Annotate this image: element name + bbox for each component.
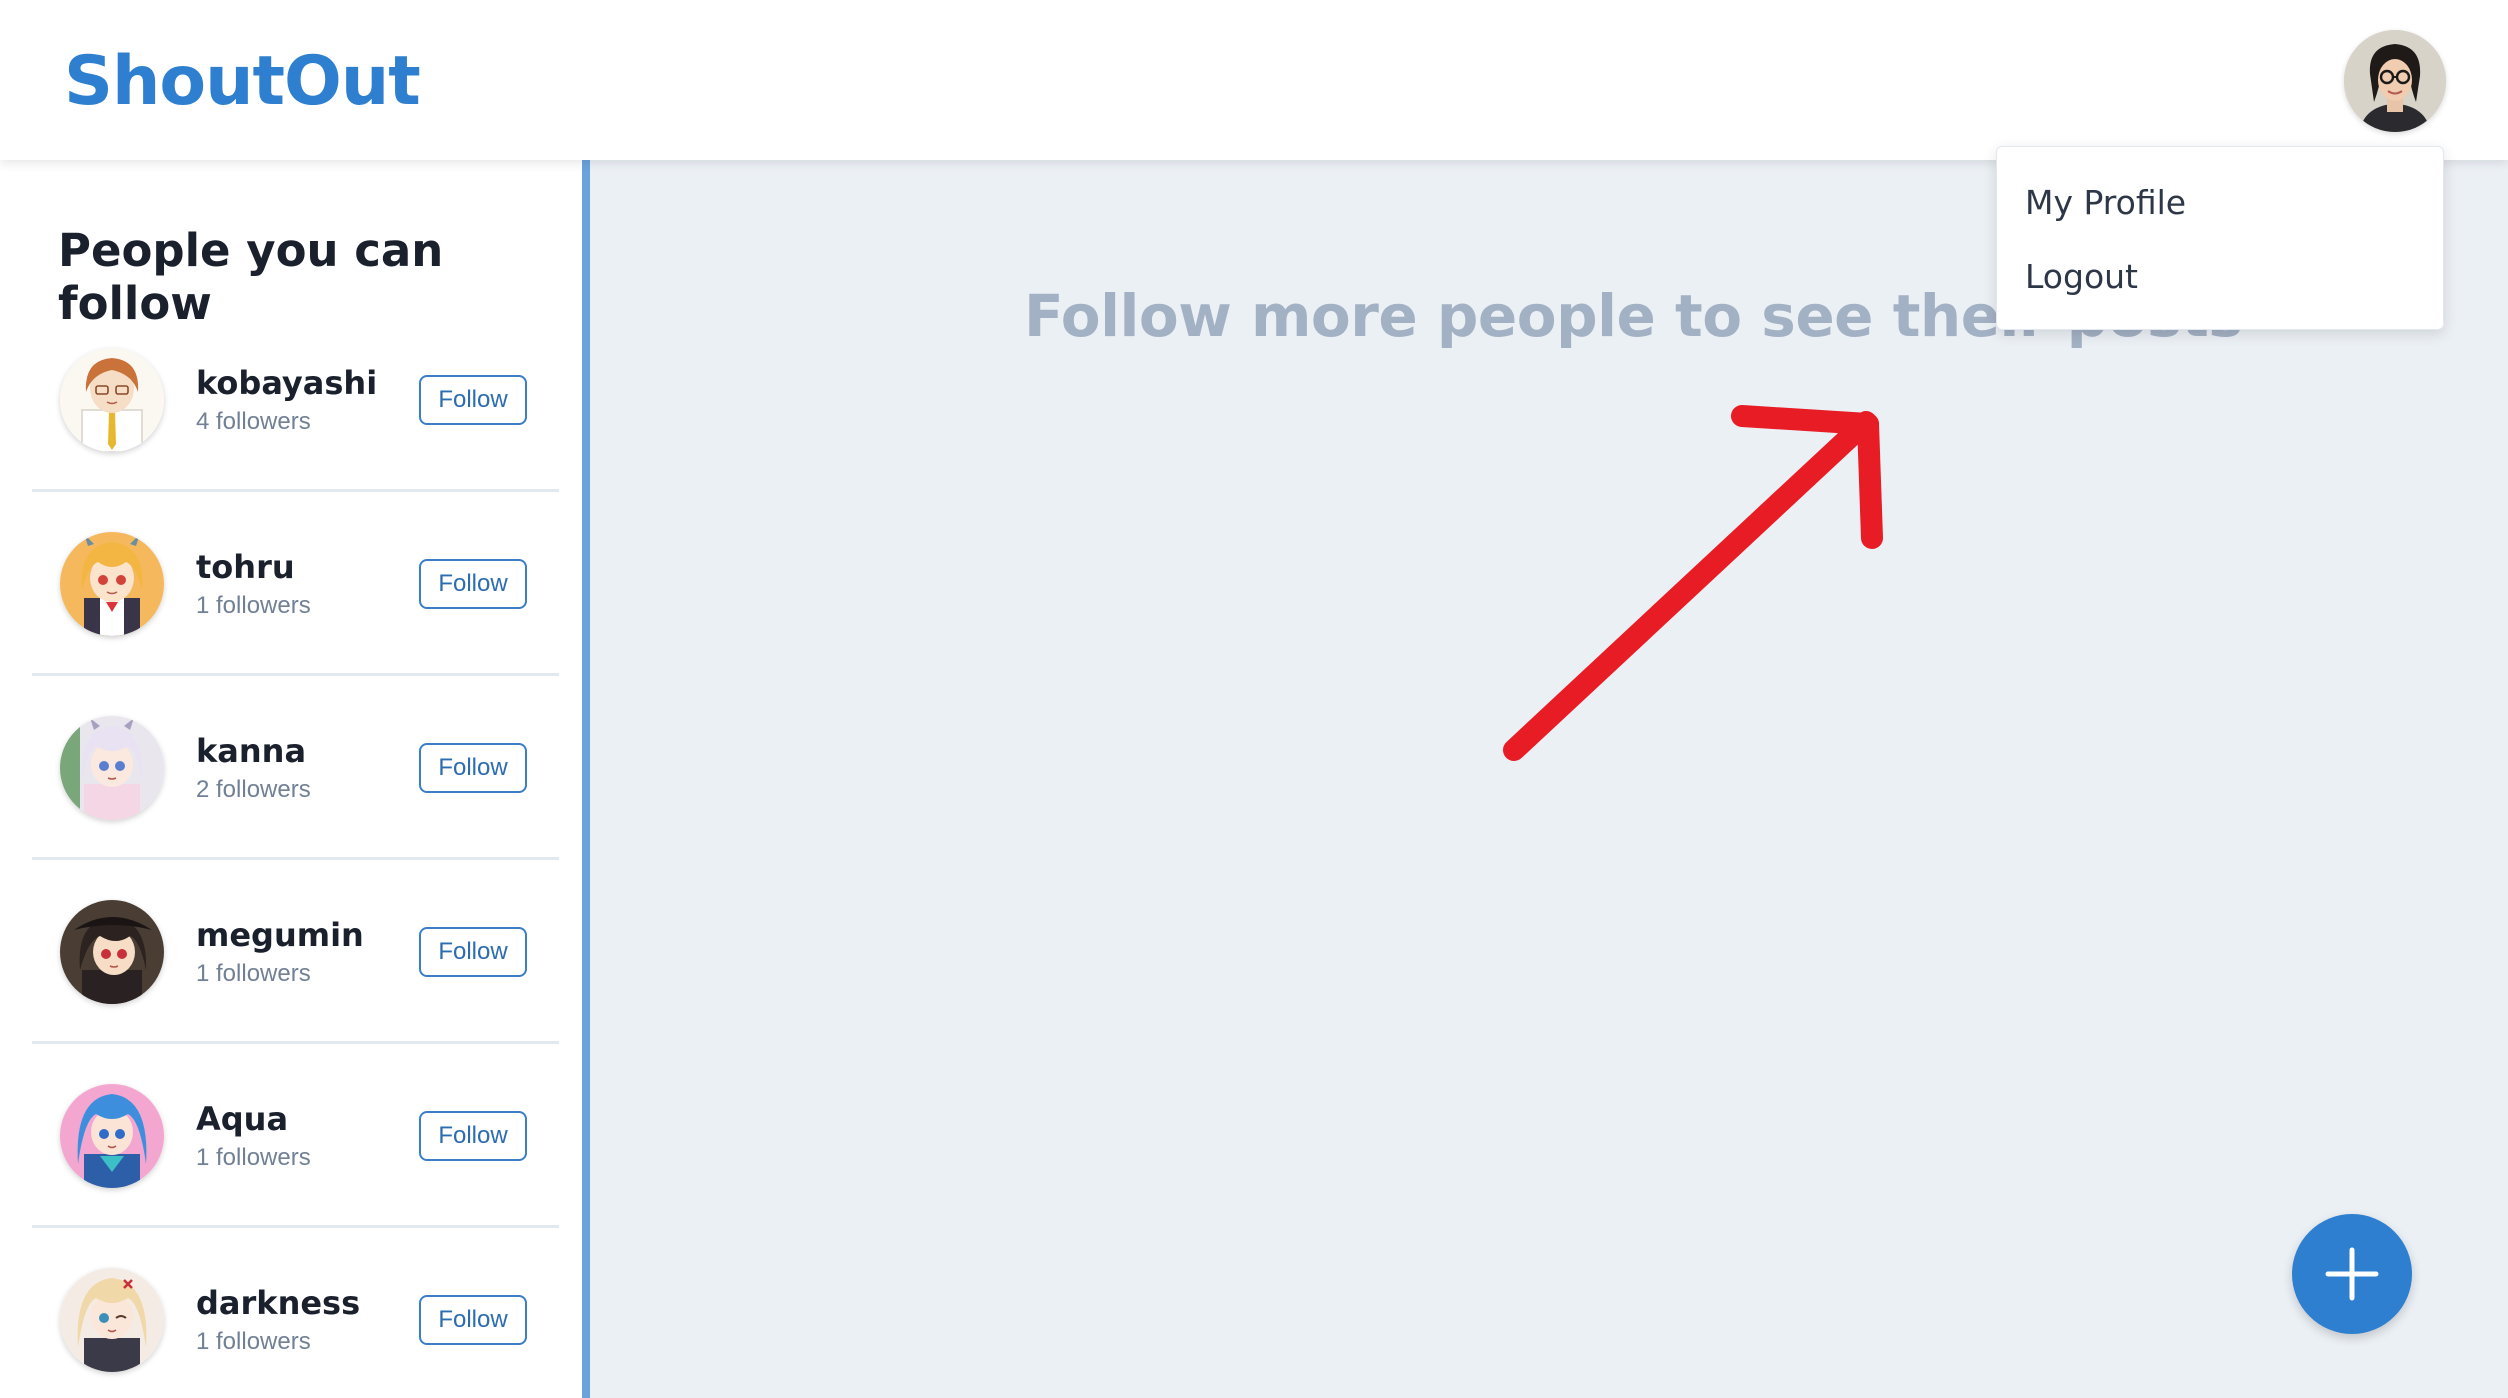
darkness-avatar-icon xyxy=(60,1268,164,1372)
user-name[interactable]: kanna xyxy=(196,732,306,770)
red-arrow-annotation xyxy=(1503,405,1883,761)
kobayashi-avatar-icon xyxy=(60,348,164,452)
follow-suggestions-sidebar[interactable]: People you can follow kobayashi 4 follow… xyxy=(0,160,590,1398)
follow-button[interactable]: Follow xyxy=(419,1111,527,1161)
user-avatar[interactable] xyxy=(60,900,164,1004)
profile-dropdown-menu: My Profile Logout xyxy=(1996,146,2444,330)
user-follower-count: 1 followers xyxy=(196,1144,311,1171)
follow-button[interactable]: Follow xyxy=(419,743,527,793)
user-follower-count: 1 followers xyxy=(196,960,311,987)
user-follower-count: 2 followers xyxy=(196,776,311,803)
user-name[interactable]: Aqua xyxy=(196,1100,288,1138)
plus-icon xyxy=(2325,1247,2379,1301)
user-avatar[interactable] xyxy=(60,1084,164,1188)
tohru-avatar-icon xyxy=(60,532,164,636)
user-follower-count: 4 followers xyxy=(196,408,311,435)
user-suggestion-row: kanna 2 followers Follow xyxy=(32,676,559,860)
kanna-avatar-icon xyxy=(60,716,164,820)
user-name[interactable]: kobayashi xyxy=(196,364,377,402)
create-post-button[interactable] xyxy=(2292,1214,2412,1334)
megumin-avatar-icon xyxy=(60,900,164,1004)
user-avatar[interactable] xyxy=(60,716,164,820)
user-suggestion-row: tohru 1 followers Follow xyxy=(32,492,559,676)
user-name[interactable]: darkness xyxy=(196,1284,360,1322)
aqua-avatar-icon xyxy=(60,1084,164,1188)
profile-avatar-button[interactable] xyxy=(2344,30,2446,132)
user-avatar[interactable] xyxy=(60,348,164,452)
avatar-photo-icon xyxy=(2344,30,2446,132)
user-avatar[interactable] xyxy=(60,1268,164,1372)
app-header: ShoutOut xyxy=(0,0,2508,160)
user-name[interactable]: tohru xyxy=(196,548,295,586)
follow-button[interactable]: Follow xyxy=(419,375,527,425)
app-logo[interactable]: ShoutOut xyxy=(64,42,421,121)
user-name[interactable]: megumin xyxy=(196,916,364,954)
user-suggestion-row: Aqua 1 followers Follow xyxy=(32,1044,559,1228)
user-suggestion-row: kobayashi 4 followers Follow xyxy=(32,308,559,492)
user-follower-count: 1 followers xyxy=(196,592,311,619)
user-suggestion-row: darkness 1 followers Follow xyxy=(32,1228,559,1398)
user-follower-count: 1 followers xyxy=(196,1328,311,1355)
follow-button[interactable]: Follow xyxy=(419,559,527,609)
menu-item-logout[interactable]: Logout xyxy=(2025,257,2138,296)
follow-button[interactable]: Follow xyxy=(419,927,527,977)
user-suggestion-row: megumin 1 followers Follow xyxy=(32,860,559,1044)
menu-item-my-profile[interactable]: My Profile xyxy=(2025,183,2186,222)
user-avatar[interactable] xyxy=(60,532,164,636)
follow-button[interactable]: Follow xyxy=(419,1295,527,1345)
